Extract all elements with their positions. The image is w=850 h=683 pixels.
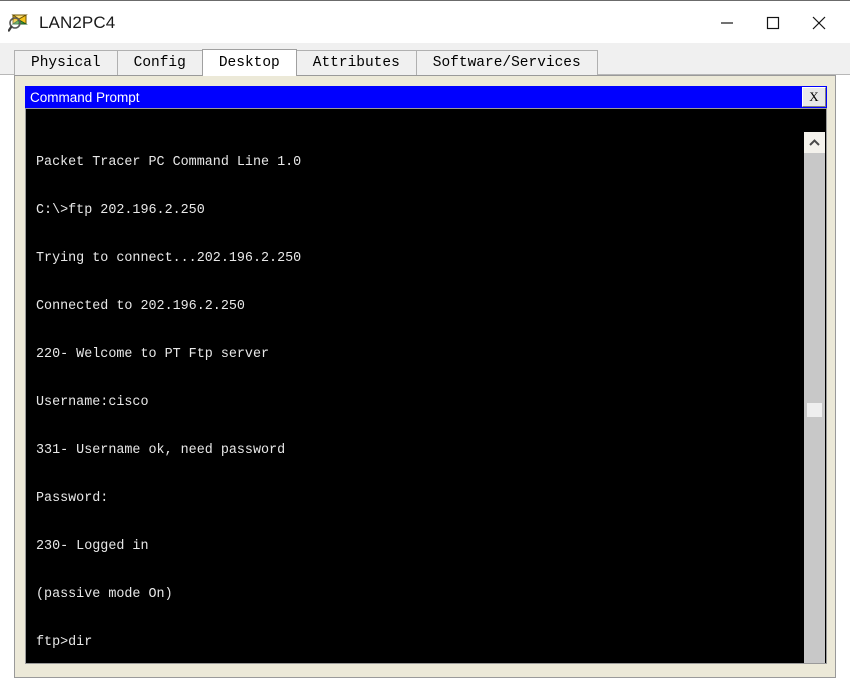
terminal-line: Password: [36, 491, 109, 506]
window-title: LAN2PC4 [39, 12, 116, 32]
close-icon [812, 16, 826, 29]
terminal-line: 331- Username ok, need password [36, 443, 286, 458]
command-prompt-titlebar: Command Prompt X [25, 86, 827, 108]
terminal-scrollbar[interactable] [804, 132, 825, 663]
packet-tracer-device-window: LAN2PC4 Physical Config Desktop Attribut… [0, 0, 850, 683]
command-prompt-close-button[interactable]: X [802, 87, 826, 107]
terminal-line: 230- Logged in [36, 539, 149, 554]
terminal-line: 220- Welcome to PT Ftp server [36, 347, 270, 362]
tab-config[interactable]: Config [116, 50, 203, 75]
terminal-line: Trying to connect...202.196.2.250 [36, 251, 302, 266]
terminal-line: ftp>dir [36, 635, 93, 650]
terminal-line: C:\>ftp 202.196.2.250 [36, 203, 205, 218]
command-prompt-title: Command Prompt [30, 89, 140, 105]
chevron-up-icon [809, 139, 820, 146]
packet-tracer-device-icon [7, 12, 30, 34]
minimize-button[interactable] [704, 2, 750, 43]
command-prompt-window: Command Prompt X Packet Tracer PC Comman… [25, 86, 827, 678]
window-titlebar: LAN2PC4 [0, 2, 850, 43]
terminal-area[interactable]: Packet Tracer PC Command Line 1.0 C:\>ft… [25, 108, 827, 664]
terminal-line: Packet Tracer PC Command Line 1.0 [36, 155, 302, 170]
tab-attributes[interactable]: Attributes [295, 50, 417, 75]
terminal-line: (passive mode On) [36, 587, 173, 602]
tab-bar: Physical Config Desktop Attributes Softw… [14, 49, 598, 76]
window-controls [704, 2, 850, 43]
tab-software-services[interactable]: Software/Services [415, 50, 598, 75]
tab-desktop[interactable]: Desktop [201, 49, 297, 76]
terminal-line: Connected to 202.196.2.250 [36, 299, 245, 314]
desktop-panel: Command Prompt X Packet Tracer PC Comman… [14, 75, 836, 678]
tab-physical[interactable]: Physical [14, 50, 118, 75]
maximize-icon [766, 16, 780, 29]
scroll-up-button[interactable] [804, 132, 825, 153]
scrollbar-thumb[interactable] [807, 403, 822, 417]
terminal-output: Packet Tracer PC Command Line 1.0 C:\>ft… [36, 123, 806, 663]
scrollbar-track[interactable] [804, 153, 825, 663]
minimize-icon [721, 21, 733, 24]
terminal-line: Username:cisco [36, 395, 149, 410]
close-button[interactable] [796, 2, 842, 43]
maximize-button[interactable] [750, 2, 796, 43]
